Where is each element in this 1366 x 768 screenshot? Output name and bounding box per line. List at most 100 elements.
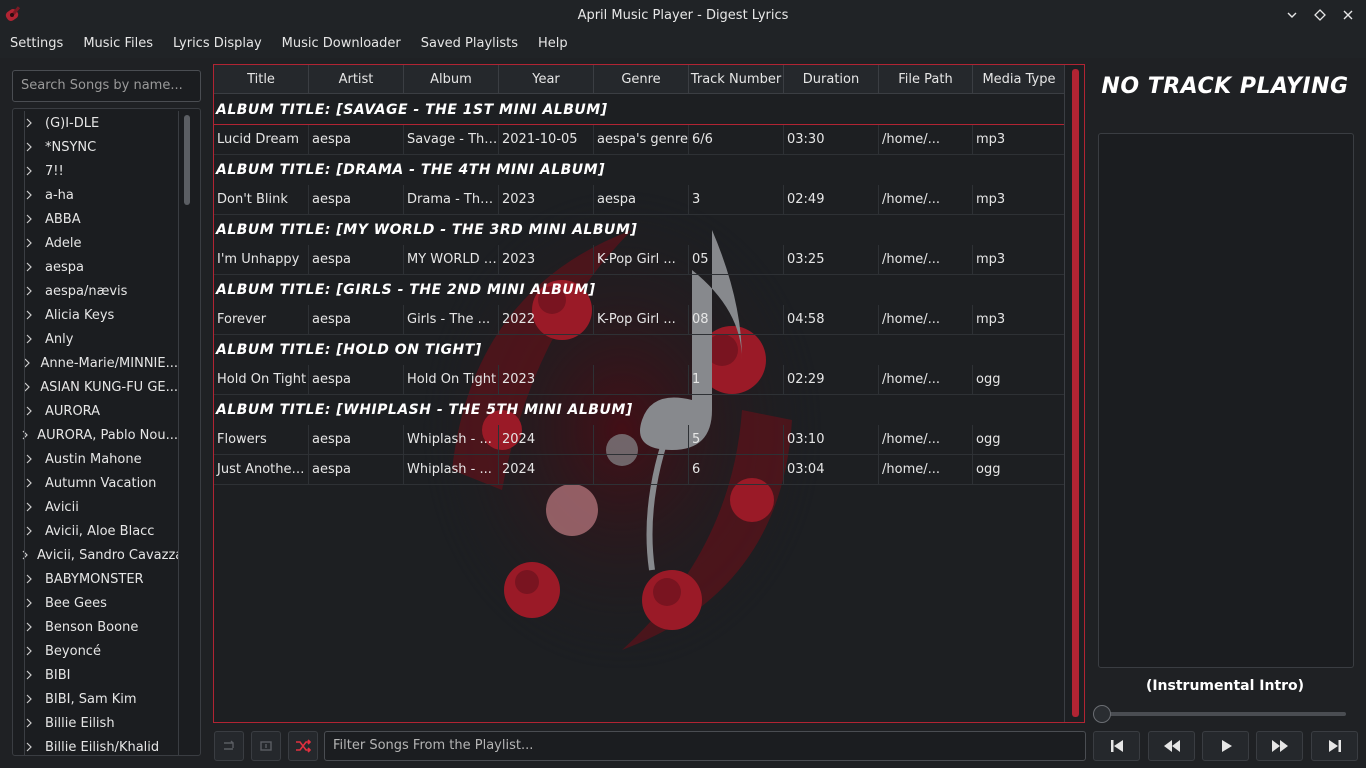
column-title[interactable]: Title	[214, 65, 309, 94]
album-group-header[interactable]: ALBUM TITLE: [GIRLS - THE 2ND MINI ALBUM…	[214, 275, 1066, 305]
table-row[interactable]: Don't Blink aespa Drama - The... 2023 aespa 3…	[214, 185, 1066, 215]
column-year[interactable]: Year	[499, 65, 594, 94]
artist-tree-item[interactable]: BABYMONSTER	[13, 567, 178, 591]
artist-tree-item[interactable]: Benson Boone	[13, 615, 178, 639]
maximize-diamond-icon[interactable]	[1310, 5, 1330, 25]
artist-name: Beyoncé	[45, 643, 101, 659]
column-file-path[interactable]: File Path	[879, 65, 973, 94]
artist-name: BABYMONSTER	[45, 571, 144, 587]
menu-music-downloader[interactable]: Music Downloader	[272, 30, 411, 58]
cell-track-number: 08	[689, 305, 784, 335]
artist-tree-item[interactable]: Billie Eilish/Khalid	[13, 735, 178, 755]
next-track-button[interactable]	[1311, 731, 1358, 761]
guitar-icon[interactable]	[4, 4, 24, 24]
artist-tree-item[interactable]: Bee Gees	[13, 591, 178, 615]
cell-album: Whiplash - ...	[404, 425, 499, 455]
artist-tree[interactable]: (G)I-DLE *NSYNC 7!! a-ha ABBA Adele aespa aespa…	[12, 108, 201, 756]
album-group-header[interactable]: ALBUM TITLE: [SAVAGE - THE 1ST MINI ALBU…	[214, 95, 1066, 125]
album-group-header[interactable]: ALBUM TITLE: [WHIPLASH - THE 5TH MINI AL…	[214, 395, 1066, 425]
artist-tree-item[interactable]: aespa/nævis	[13, 279, 178, 303]
column-track-number[interactable]: Track Number	[689, 65, 784, 94]
artist-tree-item[interactable]: Austin Mahone	[13, 447, 178, 471]
playlist-filter-input[interactable]: Filter Songs From the Playlist...	[324, 731, 1086, 761]
tree-scrollbar-thumb[interactable]	[184, 115, 190, 205]
cell-track-number: 6/6	[689, 125, 784, 155]
cell-artist: aespa	[309, 365, 404, 395]
rewind-button[interactable]	[1148, 731, 1195, 761]
artist-tree-item[interactable]: aespa	[13, 255, 178, 279]
artist-tree-item[interactable]: Adele	[13, 231, 178, 255]
progress-slider[interactable]	[1100, 712, 1346, 716]
column-album[interactable]: Album	[404, 65, 499, 94]
menu-lyrics-display[interactable]: Lyrics Display	[163, 30, 272, 58]
artist-tree-item[interactable]: Billie Eilish	[13, 711, 178, 735]
album-group-header[interactable]: ALBUM TITLE: [MY WORLD - THE 3RD MINI AL…	[214, 215, 1066, 245]
table-row[interactable]: Just Another... aespa Whiplash - ... 2024 6 0…	[214, 455, 1066, 485]
table-row[interactable]: Hold On Tight aespa Hold On Tight 2023 1 02:2…	[214, 365, 1066, 395]
artist-name: AURORA, Pablo Nou...	[37, 427, 178, 443]
cell-genre: aespa's genre	[594, 125, 689, 155]
chevron-right-icon[interactable]	[21, 550, 29, 560]
repeat-one-button[interactable]	[251, 731, 281, 761]
artist-name: Billie Eilish	[45, 715, 115, 731]
previous-track-button[interactable]	[1093, 731, 1140, 761]
artist-tree-item[interactable]: Beyoncé	[13, 639, 178, 663]
chevron-right-icon[interactable]	[21, 358, 32, 368]
tree-scrollbar[interactable]	[178, 111, 198, 755]
album-group-header[interactable]: ALBUM TITLE: [DRAMA - THE 4TH MINI ALBUM…	[214, 155, 1066, 185]
artist-tree-item[interactable]: ASIAN KUNG-FU GE...	[13, 375, 178, 399]
artist-tree-item[interactable]: Avicii, Aloe Blacc	[13, 519, 178, 543]
title-bar: April Music Player - Digest Lyrics	[0, 0, 1366, 30]
play-button[interactable]	[1202, 731, 1249, 761]
song-search-input[interactable]: Search Songs by name...	[12, 70, 201, 102]
fast-forward-button[interactable]	[1256, 731, 1303, 761]
artist-tree-item[interactable]: Anly	[13, 327, 178, 351]
table-row[interactable]: Flowers aespa Whiplash - ... 2024 5 03:10/hom…	[214, 425, 1066, 455]
repeat-button[interactable]	[214, 731, 244, 761]
cell-artist: aespa	[309, 305, 404, 335]
artist-tree-item[interactable]: 7!!	[13, 159, 178, 183]
artist-tree-item[interactable]: Alicia Keys	[13, 303, 178, 327]
artist-tree-item[interactable]: AURORA, Pablo Nou...	[13, 423, 178, 447]
artist-tree-item[interactable]: ABBA	[13, 207, 178, 231]
artist-tree-item[interactable]: a-ha	[13, 183, 178, 207]
album-group-header[interactable]: ALBUM TITLE: [HOLD ON TIGHT]	[214, 335, 1066, 365]
artist-tree-item[interactable]: BIBI	[13, 663, 178, 687]
table-scrollbar-thumb[interactable]	[1072, 69, 1079, 717]
artist-tree-item[interactable]: Avicii, Sandro Cavazza	[13, 543, 178, 567]
column-media-type[interactable]: Media Type	[973, 65, 1066, 94]
table-row[interactable]: I'm Unhappy aespa MY WORLD -... 2023 K-Pop G…	[214, 245, 1066, 275]
artist-tree-item[interactable]: *NSYNC	[13, 135, 178, 159]
table-row[interactable]: Lucid Dream aespa Savage - The... 2021-10-0…	[214, 125, 1066, 155]
cell-media-type: ogg	[973, 365, 1066, 395]
menu-music-files[interactable]: Music Files	[73, 30, 163, 58]
chevron-right-icon[interactable]	[21, 430, 29, 440]
cell-duration: 03:04	[784, 455, 879, 485]
minimize-chevron-icon[interactable]	[1282, 5, 1302, 25]
menu-help[interactable]: Help	[528, 30, 578, 58]
progress-slider-handle[interactable]	[1093, 705, 1111, 723]
artist-tree-item[interactable]: (G)I-DLE	[13, 111, 178, 135]
table-row[interactable]: Forever aespa Girls - The ... 2022 K-Pop Gir…	[214, 305, 1066, 335]
menu-saved-playlists[interactable]: Saved Playlists	[411, 30, 528, 58]
artist-tree-item[interactable]: AURORA	[13, 399, 178, 423]
column-duration[interactable]: Duration	[784, 65, 879, 94]
playlist-table[interactable]: Title Artist Album Year Genre Track Numb…	[213, 64, 1085, 723]
artist-name: *NSYNC	[45, 139, 97, 155]
column-artist[interactable]: Artist	[309, 65, 404, 94]
artist-tree-item[interactable]: Autumn Vacation	[13, 471, 178, 495]
artist-name: Anly	[45, 331, 74, 347]
shuffle-button[interactable]	[288, 731, 318, 761]
artist-tree-item[interactable]: Anne-Marie/MINNIE...	[13, 351, 178, 375]
cell-media-type: ogg	[973, 425, 1066, 455]
menu-settings[interactable]: Settings	[0, 30, 73, 58]
table-scrollbar[interactable]	[1064, 65, 1084, 722]
close-x-icon[interactable]	[1338, 5, 1358, 25]
artist-tree-item[interactable]: BIBI, Sam Kim	[13, 687, 178, 711]
artist-tree-item[interactable]: Avicii	[13, 495, 178, 519]
cell-title: Flowers	[214, 425, 309, 455]
column-genre[interactable]: Genre	[594, 65, 689, 94]
chevron-right-icon[interactable]	[21, 382, 32, 392]
cell-duration: 03:30	[784, 125, 879, 155]
cell-duration: 04:58	[784, 305, 879, 335]
